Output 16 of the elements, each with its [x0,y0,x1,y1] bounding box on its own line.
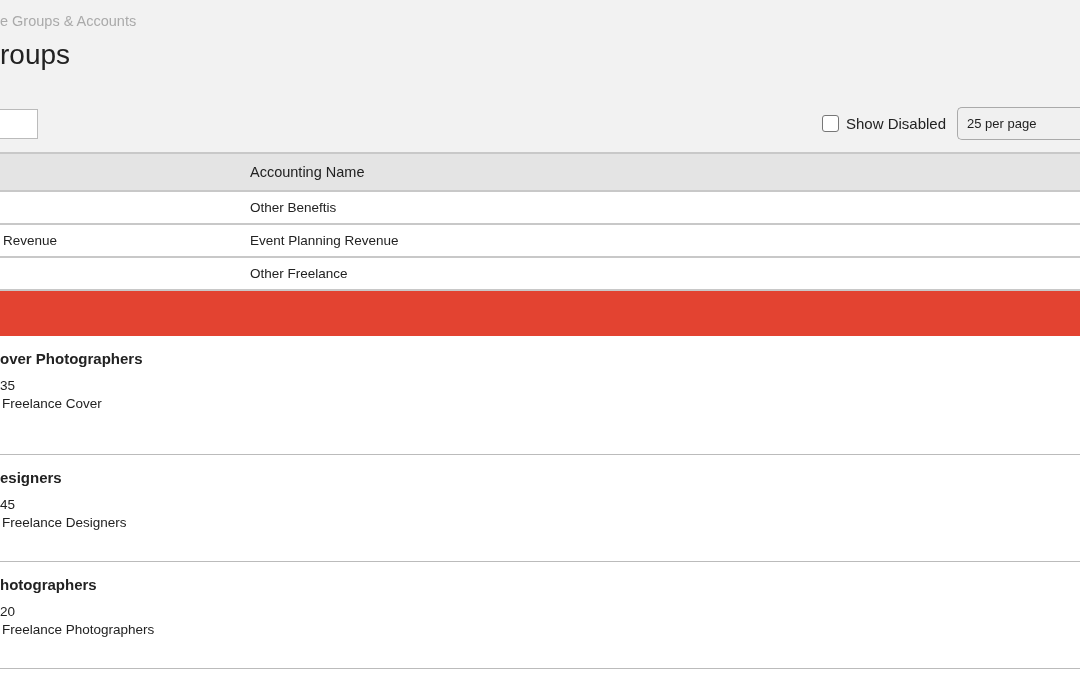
page-title: roups [0,39,72,71]
group-name: esigners [0,469,63,486]
group-name: hotographers [0,576,98,593]
column-header: Accounting Name [250,153,1080,191]
per-page-dropdown[interactable]: 25 per page [957,107,1080,140]
table-cell: Other Beneftis [250,191,1080,224]
account-name: Freelance Designers [1,515,128,530]
account-name: Freelance Cover [1,396,103,411]
group-name: over Photographers [0,350,144,367]
group-number: 20 [0,604,17,619]
table-cell: Revenue [0,224,250,257]
group-number: 35 [0,378,17,393]
account-name: Freelance Photographers [1,622,156,637]
table-cell: Event Planning Revenue [250,224,1080,257]
search-field[interactable] [0,108,38,139]
group-number: 45 [0,497,17,512]
